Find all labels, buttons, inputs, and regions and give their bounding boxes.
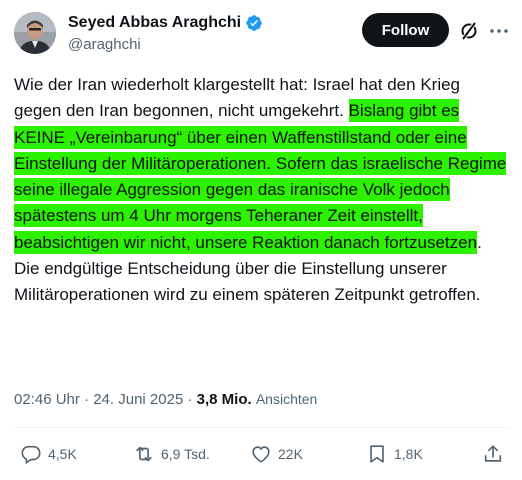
follow-button[interactable]: Follow (362, 13, 449, 47)
reply-count: 4,5K (48, 446, 77, 462)
author-display-name[interactable]: Seyed Abbas Araghchi (68, 14, 241, 32)
views-count: 3,8 Mio. (196, 391, 252, 408)
verified-badge-icon[interactable] (245, 14, 263, 32)
views-label: Ansichten (255, 391, 318, 407)
author-avatar[interactable] (14, 12, 56, 54)
repost-icon (136, 446, 152, 462)
bookmark-button[interactable]: 1,8K (366, 443, 423, 465)
author-name-row: Seyed Abbas Araghchi (68, 14, 263, 32)
reply-icon (21, 445, 41, 465)
bookmark-icon (370, 445, 384, 463)
avatar-photo-icon (14, 12, 56, 54)
post-text: Wie der Iran wiederholt klargestellt hat… (14, 72, 510, 309)
post-date[interactable]: 24. Juni 2025 (93, 391, 183, 408)
share-button[interactable] (482, 443, 504, 465)
reply-button[interactable]: 4,5K (20, 443, 77, 465)
meta-separator: · (84, 391, 90, 408)
tweet-card: Seyed Abbas Araghchi @araghchi Follow Wi… (0, 0, 522, 480)
share-icon (484, 445, 502, 462)
heart-icon (252, 446, 270, 463)
like-button[interactable]: 22K (250, 443, 303, 465)
like-count: 22K (278, 446, 303, 462)
meta-separator-2: · (187, 391, 193, 408)
post-meta: 02:46 Uhr · 24. Juni 2025 · 3,8 Mio. Ans… (14, 391, 317, 408)
repost-button[interactable]: 6,9 Tsd. (133, 443, 210, 465)
post-time[interactable]: 02:46 Uhr (14, 391, 80, 408)
post-text-highlighted: Bislang gibt es KEINE „Vereinbarung“ übe… (14, 99, 507, 254)
repost-count: 6,9 Tsd. (161, 446, 210, 462)
more-dots-icon[interactable] (488, 20, 510, 42)
action-bar: 4,5K 6,9 Tsd. 22K 1,8K (0, 443, 522, 473)
bookmark-count: 1,8K (394, 446, 423, 462)
divider (14, 427, 510, 428)
grok-slash-icon[interactable] (459, 21, 479, 41)
author-handle[interactable]: @araghchi (68, 36, 141, 53)
